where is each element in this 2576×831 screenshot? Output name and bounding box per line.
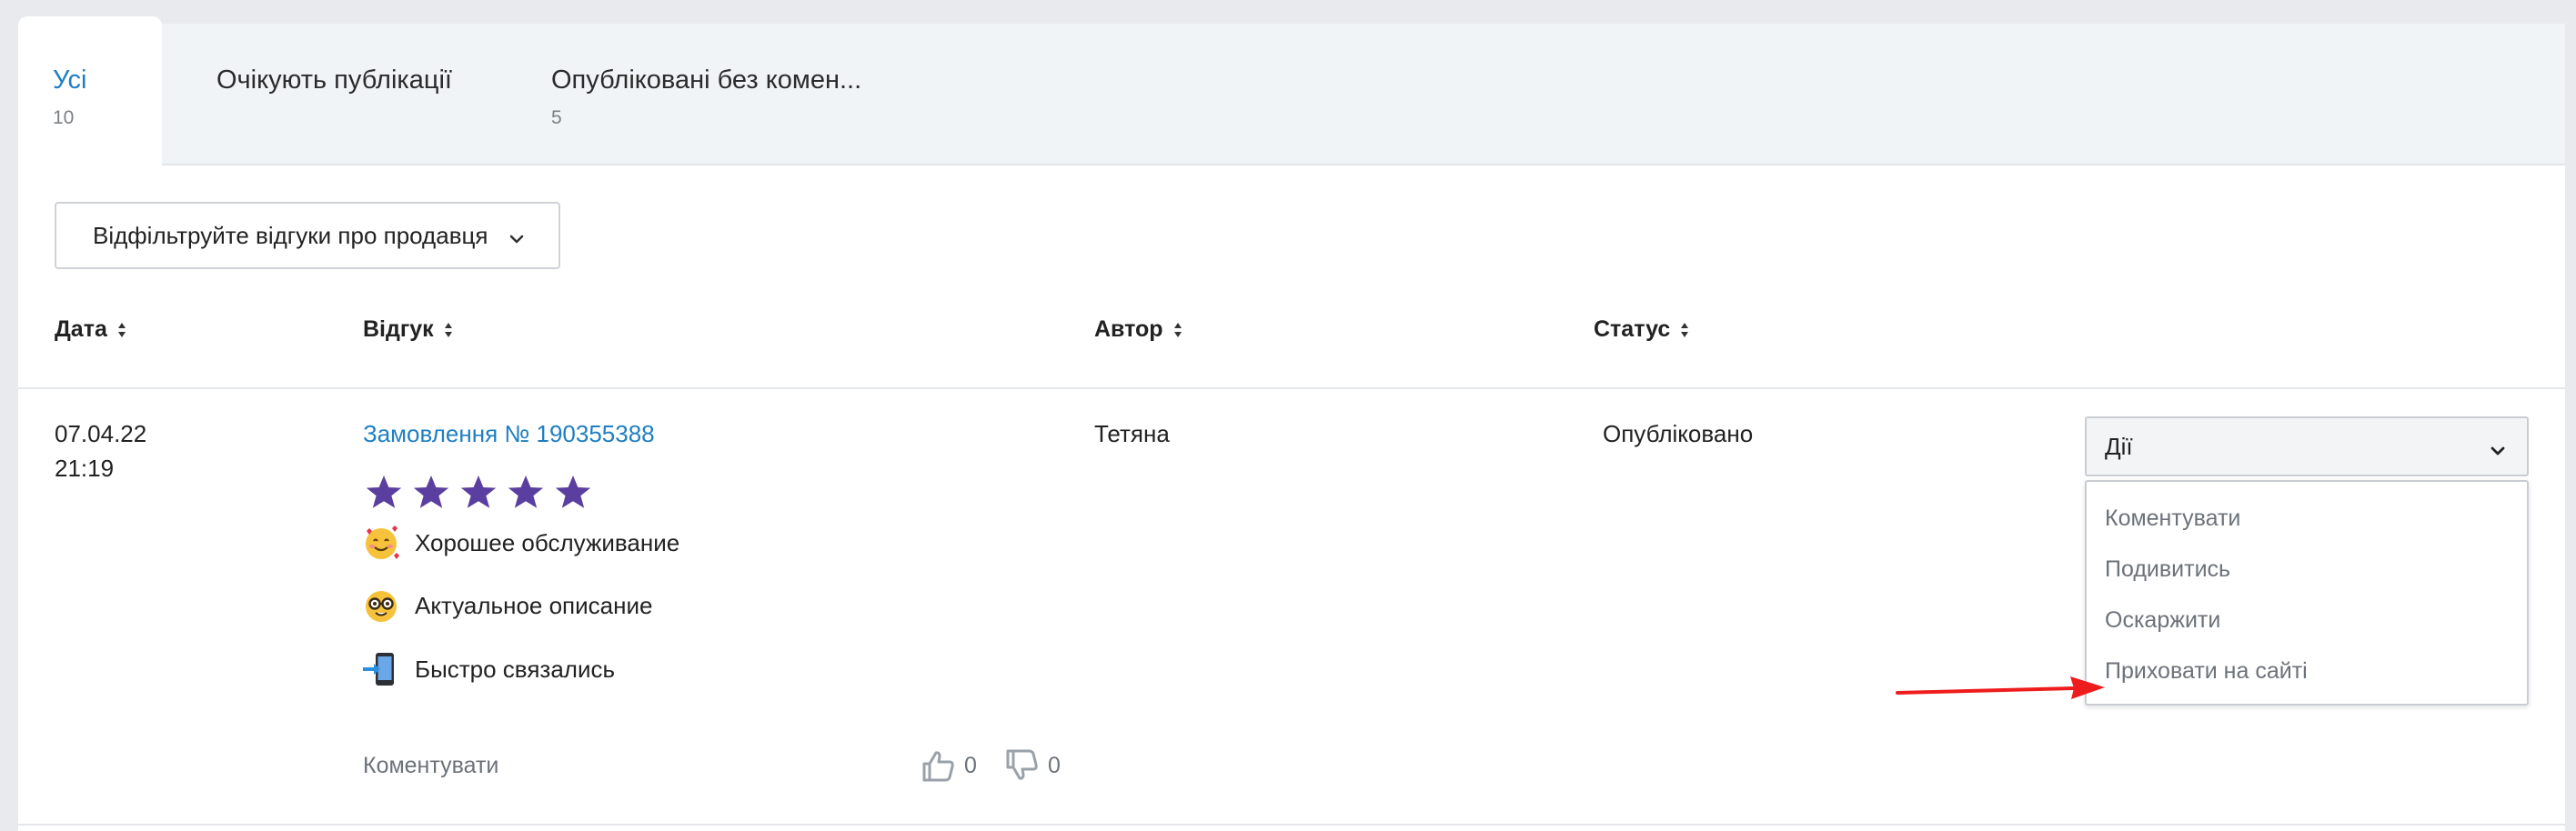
column-header-status[interactable]: Статус <box>1594 316 1690 343</box>
dislike-button[interactable]: 0 <box>1004 747 1061 784</box>
annotation-arrow-icon <box>1896 676 2105 699</box>
like-button[interactable]: 0 <box>921 747 977 784</box>
tab-published-label: Опубліковані без комен... <box>551 65 862 95</box>
sort-icon <box>1172 320 1183 340</box>
column-header-date[interactable]: Дата <box>55 316 127 343</box>
thumbs-down-icon <box>1004 747 1041 784</box>
sort-icon <box>1679 320 1690 340</box>
column-header-status-label: Статус <box>1594 316 1671 342</box>
seller-reviews-filter-button[interactable]: Відфільтруйте відгуки про продавця <box>55 202 560 269</box>
menu-item-dispute[interactable]: Оскаржити <box>2105 607 2220 634</box>
column-header-review-label: Відгук <box>363 316 434 342</box>
review-status: Опубліковано <box>1603 420 1754 447</box>
review-tag-text: Хорошее обслуживание <box>415 528 680 556</box>
menu-item-comment[interactable]: Коментувати <box>2105 506 2240 532</box>
review-tag: Актуальное описание <box>360 585 652 626</box>
review-time: 21:19 <box>55 455 115 482</box>
chevron-down-icon <box>508 226 526 245</box>
dislike-count: 0 <box>1048 752 1061 778</box>
review-date: 07.04.22 <box>55 420 147 447</box>
tab-all[interactable]: Усі 10 <box>18 16 162 165</box>
column-header-date-label: Дата <box>55 316 107 342</box>
comment-link[interactable]: Коментувати <box>363 753 498 779</box>
order-link[interactable]: Замовлення № 190355388 <box>363 420 655 448</box>
tab-published-count: 5 <box>551 107 562 128</box>
chevron-down-icon <box>2489 438 2507 456</box>
menu-item-view[interactable]: Подивитись <box>2105 556 2230 583</box>
rating-stars <box>362 471 595 515</box>
review-tag: Быстро связались <box>360 648 615 690</box>
column-header-author-label: Автор <box>1094 316 1163 342</box>
row-divider <box>18 824 2565 826</box>
column-header-author[interactable]: Автор <box>1094 316 1183 343</box>
tab-pending-label: Очікують публікації <box>216 65 452 95</box>
sort-icon <box>116 320 127 340</box>
like-count: 0 <box>964 752 977 778</box>
sort-icon <box>443 320 454 340</box>
row-divider <box>18 387 2565 389</box>
tab-all-count: 10 <box>53 107 75 128</box>
filter-label: Відфільтруйте відгуки про продавця <box>93 221 488 249</box>
actions-select-value: Дії <box>2105 432 2133 460</box>
star-icon <box>409 471 453 515</box>
menu-item-hide-on-site[interactable]: Приховати на сайті <box>2105 658 2308 685</box>
tab-pending-publication[interactable]: Очікують публікації <box>162 24 498 165</box>
actions-select[interactable]: Дії <box>2085 416 2529 476</box>
actions-dropdown-menu: Коментувати Подивитись Оскаржити Прихова… <box>2085 480 2529 706</box>
reviews-panel: Усі 10 Очікують публікації Опубліковані … <box>18 16 2565 831</box>
tabs-bar: Усі 10 Очікують публікації Опубліковані … <box>18 16 2565 165</box>
star-icon <box>457 471 500 515</box>
review-tag-text: Актуальное описание <box>415 591 653 619</box>
column-header-review[interactable]: Відгук <box>363 316 454 343</box>
review-tag-text: Быстро связались <box>415 655 616 683</box>
star-icon <box>362 471 406 515</box>
mobile-phone-arrow-icon <box>360 648 402 690</box>
star-icon <box>504 471 548 515</box>
thumbs-up-icon <box>921 747 957 784</box>
review-tag: Хорошее обслуживание <box>360 522 679 564</box>
nerd-face-icon <box>360 585 402 626</box>
smiling-face-with-hearts-icon <box>360 522 402 564</box>
tab-all-label: Усі <box>53 65 87 95</box>
tab-published-without-comment[interactable]: Опубліковані без комен... 5 <box>498 24 1044 165</box>
review-author: Тетяна <box>1094 420 1170 447</box>
star-icon <box>551 471 595 515</box>
